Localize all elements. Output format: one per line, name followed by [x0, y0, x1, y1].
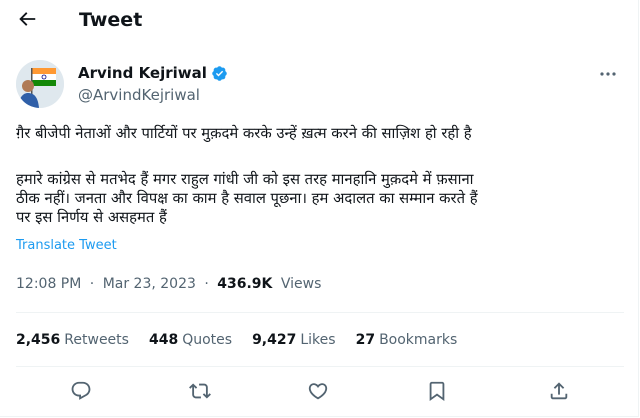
views-label: Views [280, 276, 322, 292]
avatar[interactable] [16, 60, 64, 108]
page-title: Tweet [79, 9, 143, 31]
meta-separator: · [204, 276, 209, 292]
tweet-text-line: ग़ैर बीजेपी नेताओं और पार्टियों पर मुक़द… [16, 125, 472, 142]
views-count: 436.9K [217, 276, 273, 292]
stat-likes[interactable]: 9,427 Likes [252, 330, 336, 350]
more-options-icon[interactable] [598, 66, 618, 82]
translate-tweet-link[interactable]: Translate Tweet [16, 237, 117, 255]
author-name[interactable]: Arvind Kejriwal [78, 63, 207, 83]
tweet-page: Tweet Arvind Kejriwal @ArvindKejriwal ग़… [0, 0, 639, 417]
stat-quotes[interactable]: 448 Quotes [149, 330, 232, 350]
tweet-stats: 2,456 Retweets 448 Quotes 9,427 Likes 27 Boo… [16, 330, 477, 350]
tweet-text-line: पर इस निर्णय से असहमत हैं [16, 209, 167, 226]
verified-badge-icon [212, 65, 227, 81]
avatar-image [16, 60, 64, 108]
share-icon[interactable] [548, 380, 570, 402]
header: Tweet [0, 0, 640, 40]
tweet-text-line: हमारे कांग्रेस से मतभेद हैं मगर राहुल गा… [16, 171, 474, 188]
tweet-text-line: ठीक नहीं। जनता और विपक्ष का काम है सवाल … [16, 190, 478, 207]
divider [16, 312, 624, 313]
tweet-date[interactable]: Mar 23, 2023 [103, 276, 196, 292]
author-handle[interactable]: @ArvindKejriwal [78, 85, 200, 105]
divider [16, 366, 624, 367]
reply-icon[interactable] [70, 380, 92, 402]
meta-separator: · [89, 276, 95, 292]
tweet-meta: 12:08 PM · Mar 23, 2023 · 436.9K Views [16, 274, 321, 294]
tweet-time[interactable]: 12:08 PM [16, 276, 81, 292]
like-icon[interactable] [307, 380, 329, 402]
stat-retweets[interactable]: 2,456 Retweets [16, 330, 129, 350]
bookmark-icon[interactable] [426, 380, 448, 402]
author-name-row[interactable]: Arvind Kejriwal [78, 63, 228, 83]
back-arrow-icon[interactable] [16, 8, 38, 30]
retweet-icon[interactable] [189, 380, 211, 402]
stat-bookmarks[interactable]: 27 Bookmarks [356, 330, 458, 350]
